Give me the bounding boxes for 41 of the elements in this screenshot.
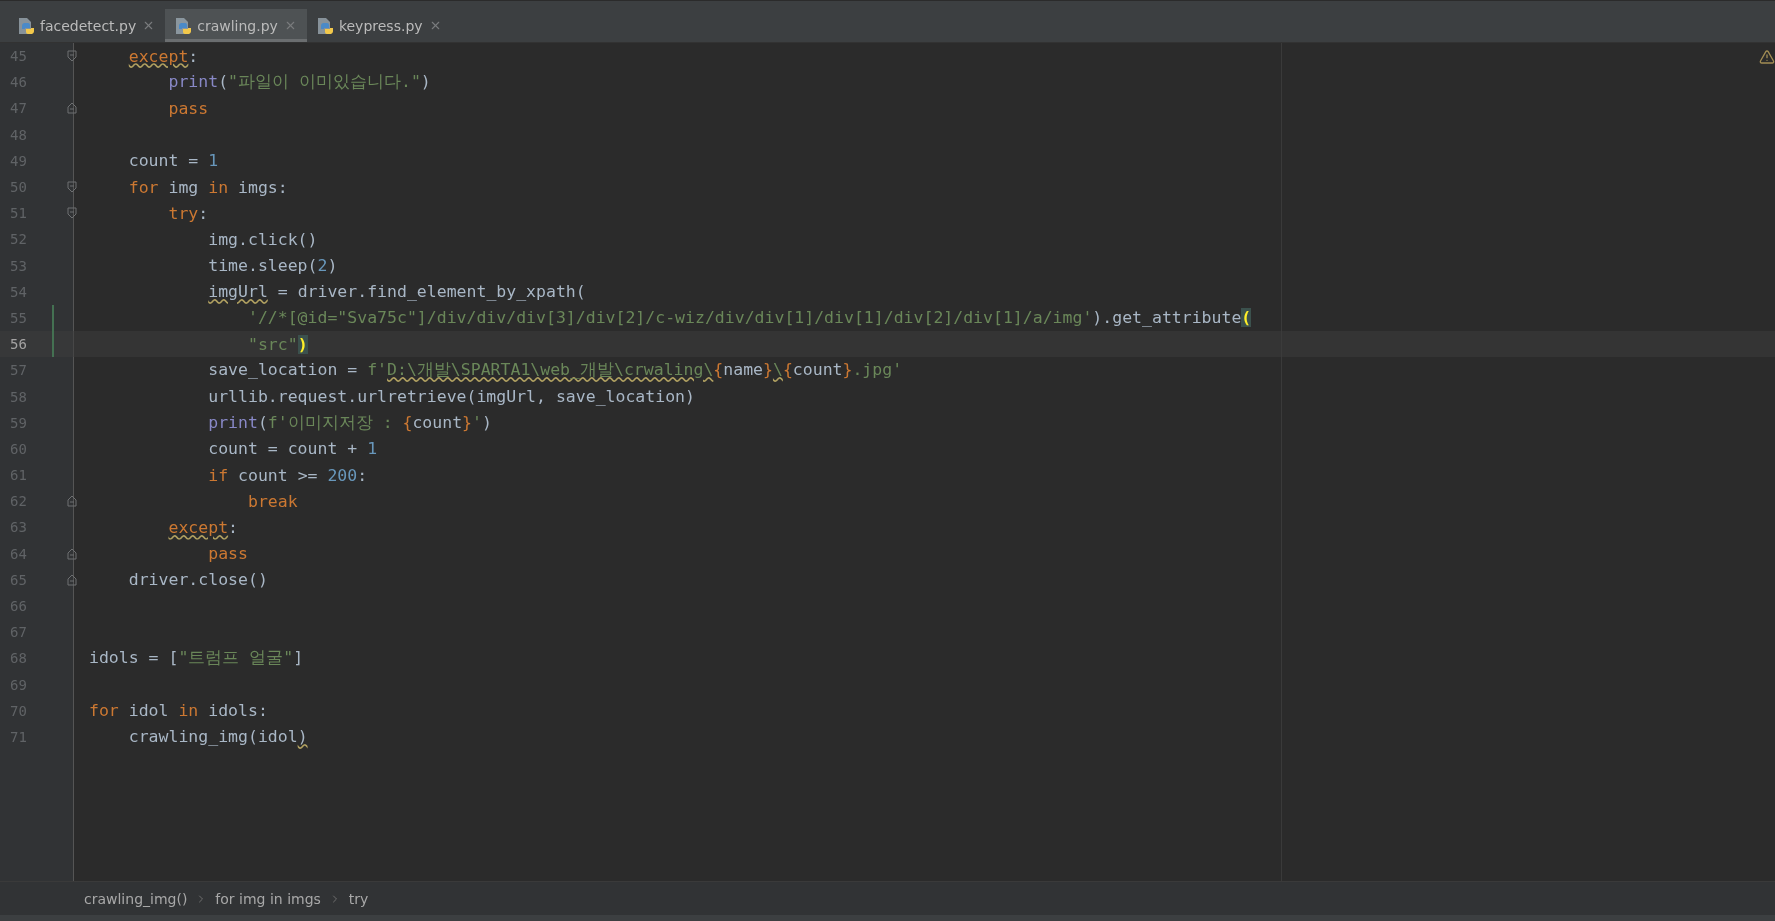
fold-marker-icon[interactable] <box>66 495 77 508</box>
file-tab[interactable]: keypress.py <box>306 9 452 42</box>
code-line: img.click() <box>207 229 318 249</box>
code-line: for idol in idols: <box>88 701 268 721</box>
breadcrumb[interactable]: for img in imgs <box>215 890 321 907</box>
fold-marker-icon[interactable] <box>66 573 77 586</box>
python-file-icon <box>316 16 333 35</box>
python-file-icon <box>18 16 34 35</box>
file-tab[interactable]: facedetect.py <box>8 9 166 42</box>
code-line: driver.close() <box>127 570 268 590</box>
breadcrumb[interactable]: crawling_img() <box>84 890 188 907</box>
code-line: "src") <box>246 334 308 354</box>
fold-marker-icon[interactable] <box>66 547 77 560</box>
fold-marker-icon[interactable] <box>66 50 77 63</box>
code-line: print(f'이미지저장 : {count}') <box>207 411 492 434</box>
code-line: except: <box>167 517 239 537</box>
code-line: urllib.request.urlretrieve(imgUrl, save_location) <box>207 387 695 407</box>
code-line: pass <box>207 544 248 564</box>
code-line: break <box>246 491 298 511</box>
warning-icon[interactable] <box>1759 49 1775 65</box>
code-line: count = 1 <box>127 151 219 171</box>
fold-marker-icon[interactable] <box>66 207 77 220</box>
code-line: '//*[@id="Sva75c"]/div/div/div[3]/div[2]/c-wiz/div/div[1]/div[1]/div[2]/div[1]/a/img').get_attribute( <box>246 308 1252 328</box>
code-line: except: <box>127 46 199 66</box>
code-line: if count >= 200: <box>207 465 368 485</box>
line-number: 56 <box>9 336 28 353</box>
breadcrumb[interactable]: try <box>348 890 369 907</box>
code-line: time.sleep(2) <box>207 256 338 276</box>
file-tab[interactable]: crawling.py <box>165 9 307 42</box>
code-line: print("파일이 이미있습니다.") <box>167 71 431 94</box>
code-line: idols = ["트럼프 얼굴"] <box>88 647 304 670</box>
fold-marker-icon[interactable] <box>66 102 77 115</box>
code-line: count = count + 1 <box>207 439 378 459</box>
code-line: for img in imgs: <box>127 177 288 197</box>
code-line: save_location = f'D:\개발\SPARTA1\web_개발\crwaling\{name}\{count}.jpg' <box>207 359 903 382</box>
code-line: crawling_img(idol) <box>127 727 308 747</box>
fold-marker-icon[interactable] <box>66 181 77 194</box>
code-line: pass <box>167 98 209 118</box>
code-line: try: <box>167 203 209 223</box>
python-file-icon <box>175 16 192 35</box>
code-line: imgUrl = driver.find_element_by_xpath( <box>207 282 586 302</box>
